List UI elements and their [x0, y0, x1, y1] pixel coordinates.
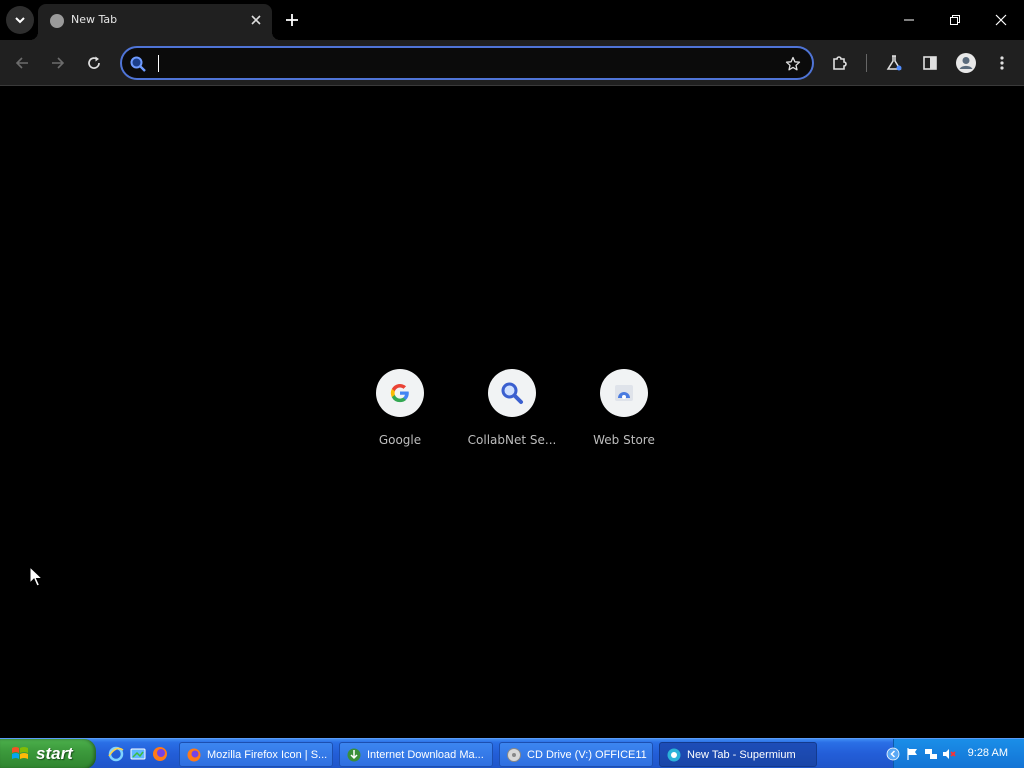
tab-title: New Tab	[71, 13, 118, 26]
show-desktop-icon[interactable]	[129, 745, 147, 763]
firefox-icon[interactable]	[151, 745, 169, 763]
new-tab-button[interactable]	[281, 9, 303, 31]
reload-icon	[88, 56, 100, 69]
internet-explorer-icon[interactable]	[107, 745, 125, 763]
shortcut-label: CollabNet Se...	[467, 433, 557, 447]
side-panel-icon	[923, 56, 937, 70]
system-tray: 9:28 AM	[886, 739, 1024, 768]
tab-new-tab[interactable]: New Tab	[30, 4, 280, 40]
shortcut-google[interactable]: Google	[344, 369, 456, 453]
minimize-icon	[904, 19, 914, 21]
browser-toolbar	[0, 40, 1024, 86]
shortcut-label: Google	[378, 433, 422, 447]
reload-button[interactable]	[80, 49, 108, 77]
download-manager-icon	[347, 748, 361, 761]
chevron-down-icon	[15, 17, 25, 24]
mouse-cursor-icon	[29, 566, 43, 587]
restore-icon	[950, 15, 960, 25]
address-input[interactable]	[154, 52, 774, 74]
flag-icon[interactable]	[906, 747, 920, 761]
windows-logo-icon	[12, 747, 28, 759]
browser-icon	[667, 748, 681, 761]
taskbar-task-firefox-icon[interactable]: Mozilla Firefox Icon | S...	[179, 742, 333, 767]
clock[interactable]: 9:28 AM	[968, 747, 1008, 759]
cd-drive-icon	[507, 747, 521, 762]
shortcut-web-store[interactable]: Web Store	[568, 369, 680, 453]
task-label: Mozilla Firefox Icon | S...	[207, 748, 328, 761]
shortcut-icon-tile	[376, 369, 424, 417]
tab-close-button[interactable]	[246, 10, 266, 30]
menu-icon	[1000, 56, 1004, 70]
bookmark-star-button[interactable]	[782, 53, 804, 75]
profile-icon	[956, 53, 976, 73]
profile-button[interactable]	[952, 49, 980, 77]
plus-icon	[286, 14, 298, 26]
task-label: Internet Download Ma...	[367, 748, 484, 761]
close-window-button[interactable]	[978, 0, 1024, 40]
screen: New Tab Google CollabNet Se... Web Store…	[0, 0, 1024, 768]
minimize-button[interactable]	[886, 0, 932, 40]
shortcut-icon-tile	[600, 369, 648, 417]
forward-button[interactable]	[44, 49, 72, 77]
labs-button[interactable]	[880, 49, 908, 77]
shortcut-icon-tile	[488, 369, 536, 417]
globe-icon	[50, 14, 64, 28]
text-caret	[158, 55, 159, 72]
extensions-button[interactable]	[826, 49, 854, 77]
taskbar-task-download-manager[interactable]: Internet Download Ma...	[339, 742, 493, 767]
search-magnifier-icon	[501, 382, 523, 404]
shortcut-collabnet[interactable]: CollabNet Se...	[456, 369, 568, 453]
volume-muted-icon[interactable]	[942, 747, 956, 761]
star-icon	[785, 56, 801, 71]
address-bar[interactable]	[120, 46, 814, 80]
start-label: start	[36, 744, 73, 763]
start-button[interactable]: start	[0, 739, 96, 768]
web-store-icon	[615, 385, 633, 401]
tray-expand-icon[interactable]	[886, 747, 900, 761]
close-icon	[995, 14, 1007, 26]
restore-button[interactable]	[932, 0, 978, 40]
network-icon[interactable]	[924, 747, 938, 761]
extensions-icon	[833, 56, 847, 70]
close-icon	[251, 15, 261, 25]
taskbar-task-supermium[interactable]: New Tab - Supermium	[659, 742, 817, 767]
firefox-icon	[187, 748, 201, 761]
tab-search-button[interactable]	[6, 6, 34, 34]
toolbar-divider	[866, 54, 867, 72]
labs-icon	[886, 55, 902, 71]
back-button[interactable]	[8, 49, 36, 77]
search-icon	[130, 56, 146, 72]
back-icon	[15, 57, 28, 69]
forward-icon	[52, 57, 65, 69]
task-label: New Tab - Supermium	[687, 748, 796, 761]
google-g-icon	[390, 383, 409, 403]
new-tab-page: Google CollabNet Se... Web Store	[0, 87, 1024, 738]
shortcut-label: Web Store	[593, 433, 655, 447]
tab-strip: New Tab	[0, 0, 1024, 40]
taskbar: start Mozilla Firefox Icon | S... Intern…	[0, 738, 1024, 768]
task-label: CD Drive (V:) OFFICE11	[527, 748, 647, 761]
side-panel-button[interactable]	[916, 49, 944, 77]
menu-button[interactable]	[988, 49, 1016, 77]
taskbar-task-cd-drive[interactable]: CD Drive (V:) OFFICE11	[499, 742, 653, 767]
